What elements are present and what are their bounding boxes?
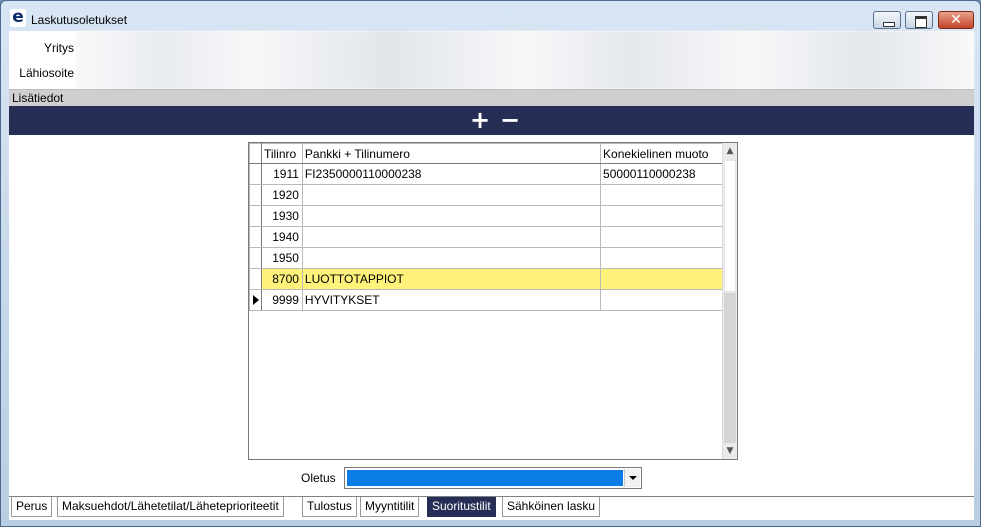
cell-konekielinen[interactable] bbox=[600, 247, 723, 269]
add-row-button[interactable]: + bbox=[470, 108, 490, 132]
maximize-button[interactable] bbox=[905, 11, 933, 29]
grid-toolbar: + − bbox=[9, 106, 974, 135]
scroll-down-icon[interactable]: ▼ bbox=[723, 443, 737, 459]
cell-konekielinen[interactable]: 50000110000238 bbox=[600, 163, 723, 185]
minimize-button[interactable] bbox=[873, 11, 901, 29]
client-area: Yritys Lähiosoite Lisätiedot + − Tilinro… bbox=[9, 31, 974, 520]
cell-konekielinen[interactable] bbox=[600, 226, 723, 248]
minimize-icon bbox=[874, 12, 900, 28]
lisatiedot-section-bar: Lisätiedot bbox=[9, 89, 974, 106]
row-selector[interactable] bbox=[249, 289, 262, 311]
table-row[interactable]: 1930 bbox=[249, 205, 723, 227]
cell-pankki[interactable] bbox=[301, 205, 602, 227]
row-selector[interactable] bbox=[249, 163, 262, 185]
table-row[interactable]: 1950 bbox=[249, 247, 723, 269]
cell-pankki[interactable] bbox=[301, 247, 602, 269]
accounts-grid[interactable]: Tilinro Pankki + Tilinumero Konekielinen… bbox=[248, 142, 738, 460]
vertical-scrollbar[interactable]: ▲ ▼ bbox=[722, 143, 737, 459]
tab-maksuehdot[interactable]: Maksuehdot/Lähetetilat/Läheteprioriteeti… bbox=[57, 497, 284, 517]
header-fields: Yritys Lähiosoite bbox=[9, 31, 974, 89]
cell-tilinro[interactable]: 8700 bbox=[260, 268, 303, 290]
cell-tilinro[interactable]: 1940 bbox=[260, 226, 303, 248]
scrollbar-track[interactable] bbox=[724, 293, 736, 443]
row-selector[interactable] bbox=[249, 247, 262, 269]
current-row-arrow-icon bbox=[253, 295, 259, 305]
cell-pankki[interactable]: FI2350000110000238 bbox=[301, 163, 602, 185]
maximize-icon bbox=[906, 12, 932, 28]
table-header-row: Tilinro Pankki + Tilinumero Konekielinen… bbox=[249, 143, 723, 164]
lisatiedot-label: Lisätiedot bbox=[12, 91, 64, 105]
table-row[interactable]: 1920 bbox=[249, 184, 723, 206]
cell-pankki[interactable]: LUOTTOTAPPIOT bbox=[301, 268, 602, 290]
tab-strip: Perus Maksuehdot/Lähetetilat/Läheteprior… bbox=[9, 496, 974, 520]
yritys-label: Yritys bbox=[44, 41, 74, 55]
close-button[interactable]: ✕ bbox=[938, 11, 974, 29]
row-selector[interactable] bbox=[249, 184, 262, 206]
oletus-selected-value[interactable] bbox=[347, 470, 623, 486]
cell-tilinro[interactable]: 1950 bbox=[260, 247, 303, 269]
cell-pankki[interactable] bbox=[301, 184, 602, 206]
cell-konekielinen[interactable] bbox=[600, 268, 723, 290]
column-header-tilinro[interactable]: Tilinro bbox=[260, 143, 303, 164]
remove-row-button[interactable]: − bbox=[500, 108, 520, 132]
cell-tilinro[interactable]: 1911 bbox=[260, 163, 303, 185]
table-row[interactable]: 1911 FI2350000110000238 50000110000238 bbox=[249, 163, 723, 185]
oletus-label: Oletus bbox=[301, 471, 336, 485]
column-header-konekielinen[interactable]: Konekielinen muoto bbox=[600, 143, 723, 164]
column-header-pankki[interactable]: Pankki + Tilinumero bbox=[301, 143, 602, 164]
lahiosoite-label: Lähiosoite bbox=[19, 66, 74, 80]
oletus-dropdown[interactable] bbox=[344, 467, 642, 489]
table-row-highlighted[interactable]: 8700 LUOTTOTAPPIOT bbox=[249, 268, 723, 290]
tab-suoritustilit[interactable]: Suoritustilit bbox=[427, 497, 496, 517]
tab-sahkoinen-lasku[interactable]: Sähköinen lasku bbox=[502, 497, 601, 517]
cell-pankki[interactable]: HYVITYKSET bbox=[301, 289, 602, 311]
window-title: Laskutusoletukset bbox=[31, 13, 128, 27]
application-window: e Laskutusoletukset ✕ Yritys Lähiosoite … bbox=[0, 0, 981, 527]
tab-perus[interactable]: Perus bbox=[11, 497, 53, 517]
row-selector[interactable] bbox=[249, 268, 262, 290]
table-row-current[interactable]: 9999 HYVITYKSET bbox=[249, 289, 723, 311]
redacted-fields bbox=[75, 31, 974, 89]
cell-tilinro[interactable]: 1920 bbox=[260, 184, 303, 206]
scrollbar-thumb[interactable] bbox=[724, 160, 736, 292]
title-bar[interactable]: e Laskutusoletukset ✕ bbox=[1, 1, 980, 31]
tab-tulostus[interactable]: Tulostus bbox=[302, 497, 357, 517]
cell-konekielinen[interactable] bbox=[600, 289, 723, 311]
app-logo-icon: e bbox=[10, 9, 26, 27]
tab-myyntitilit[interactable]: Myyntitilit bbox=[360, 497, 420, 517]
table-row[interactable]: 1940 bbox=[249, 226, 723, 248]
close-icon: ✕ bbox=[950, 12, 962, 28]
row-selector[interactable] bbox=[249, 226, 262, 248]
cell-konekielinen[interactable] bbox=[600, 205, 723, 227]
dropdown-arrow-icon[interactable] bbox=[624, 469, 640, 487]
cell-tilinro[interactable]: 1930 bbox=[260, 205, 303, 227]
row-header-corner bbox=[249, 143, 262, 164]
row-selector[interactable] bbox=[249, 205, 262, 227]
cell-tilinro[interactable]: 9999 bbox=[260, 289, 303, 311]
cell-pankki[interactable] bbox=[301, 226, 602, 248]
scroll-up-icon[interactable]: ▲ bbox=[723, 143, 737, 159]
accounts-table: Tilinro Pankki + Tilinumero Konekielinen… bbox=[249, 143, 723, 311]
cell-konekielinen[interactable] bbox=[600, 184, 723, 206]
